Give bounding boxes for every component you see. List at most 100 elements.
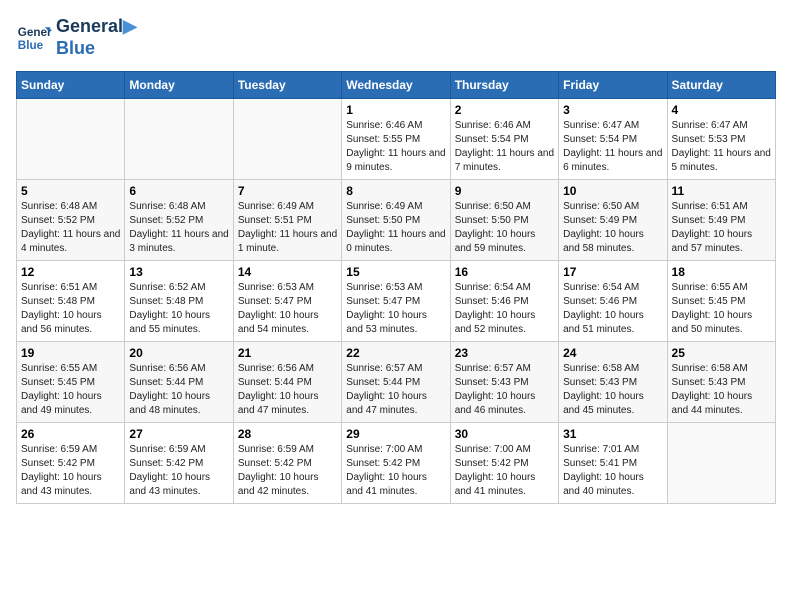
calendar-cell: 4 Sunrise: 6:47 AM Sunset: 5:53 PM Daylig…: [667, 99, 775, 180]
day-number: 20: [129, 346, 228, 360]
day-number: 12: [21, 265, 120, 279]
day-number: 31: [563, 427, 662, 441]
day-info: Sunrise: 6:48 AM Sunset: 5:52 PM Dayligh…: [129, 200, 228, 256]
day-info: Sunrise: 6:56 AM Sunset: 5:44 PM Dayligh…: [238, 362, 337, 418]
calendar-cell: 17Sunrise: 6:54 AM Sunset: 5:46 PM Dayli…: [559, 261, 667, 342]
calendar-week-row: 5 Sunrise: 6:48 AM Sunset: 5:52 PM Daylig…: [17, 180, 776, 261]
day-number: 30: [455, 427, 554, 441]
day-number: 27: [129, 427, 228, 441]
calendar-cell: 8 Sunrise: 6:49 AM Sunset: 5:50 PM Daylig…: [342, 180, 450, 261]
calendar-cell: 30 Sunrise: 7:00 AM Sunset: 5:42 PM Dayli…: [450, 423, 558, 504]
calendar-week-row: 26Sunrise: 6:59 AM Sunset: 5:42 PM Dayli…: [17, 423, 776, 504]
day-number: 14: [238, 265, 337, 279]
calendar-cell: [125, 99, 233, 180]
calendar-cell: 24 Sunrise: 6:58 AM Sunset: 5:43 PM Dayli…: [559, 342, 667, 423]
calendar-cell: 18 Sunrise: 6:55 AM Sunset: 5:45 PM Dayli…: [667, 261, 775, 342]
day-number: 24: [563, 346, 662, 360]
calendar-cell: 23 Sunrise: 6:57 AM Sunset: 5:43 PM Dayli…: [450, 342, 558, 423]
day-number: 23: [455, 346, 554, 360]
calendar-cell: 26Sunrise: 6:59 AM Sunset: 5:42 PM Dayli…: [17, 423, 125, 504]
day-info: Sunrise: 6:55 AM Sunset: 5:45 PM Dayligh…: [21, 362, 120, 418]
calendar-cell: 22Sunrise: 6:57 AM Sunset: 5:44 PM Dayli…: [342, 342, 450, 423]
day-number: 9: [455, 184, 554, 198]
day-info: Sunrise: 6:59 AM Sunset: 5:42 PM Dayligh…: [21, 443, 120, 499]
day-number: 16: [455, 265, 554, 279]
day-info: Sunrise: 6:50 AM Sunset: 5:50 PM Dayligh…: [455, 200, 554, 256]
calendar-cell: 16 Sunrise: 6:54 AM Sunset: 5:46 PM Dayli…: [450, 261, 558, 342]
calendar-header: SundayMondayTuesdayWednesdayThursdayFrid…: [17, 72, 776, 99]
day-number: 28: [238, 427, 337, 441]
day-info: Sunrise: 6:46 AM Sunset: 5:55 PM Dayligh…: [346, 119, 445, 175]
weekday-header: Thursday: [450, 72, 558, 99]
calendar-cell: 10 Sunrise: 6:50 AM Sunset: 5:49 PM Dayli…: [559, 180, 667, 261]
day-info: Sunrise: 7:01 AM Sunset: 5:41 PM Dayligh…: [563, 443, 662, 499]
svg-text:Blue: Blue: [18, 38, 44, 51]
logo-text-line2: Blue: [56, 38, 137, 60]
weekday-header: Sunday: [17, 72, 125, 99]
calendar-week-row: 19 Sunrise: 6:55 AM Sunset: 5:45 PM Dayli…: [17, 342, 776, 423]
calendar-cell: 27Sunrise: 6:59 AM Sunset: 5:42 PM Dayli…: [125, 423, 233, 504]
day-number: 8: [346, 184, 445, 198]
day-number: 4: [672, 103, 771, 117]
day-info: Sunrise: 6:57 AM Sunset: 5:43 PM Dayligh…: [455, 362, 554, 418]
day-info: Sunrise: 6:58 AM Sunset: 5:43 PM Dayligh…: [672, 362, 771, 418]
day-info: Sunrise: 6:56 AM Sunset: 5:44 PM Dayligh…: [129, 362, 228, 418]
weekday-header: Wednesday: [342, 72, 450, 99]
calendar-cell: 13 Sunrise: 6:52 AM Sunset: 5:48 PM Dayli…: [125, 261, 233, 342]
day-info: Sunrise: 6:54 AM Sunset: 5:46 PM Dayligh…: [455, 281, 554, 337]
weekday-header: Monday: [125, 72, 233, 99]
day-number: 2: [455, 103, 554, 117]
day-info: Sunrise: 6:54 AM Sunset: 5:46 PM Dayligh…: [563, 281, 662, 337]
calendar-cell: 7 Sunrise: 6:49 AM Sunset: 5:51 PM Daylig…: [233, 180, 341, 261]
day-info: Sunrise: 6:47 AM Sunset: 5:54 PM Dayligh…: [563, 119, 662, 175]
day-number: 18: [672, 265, 771, 279]
day-info: Sunrise: 6:49 AM Sunset: 5:51 PM Dayligh…: [238, 200, 337, 256]
logo: General Blue General▶ Blue: [16, 16, 137, 59]
day-info: Sunrise: 6:50 AM Sunset: 5:49 PM Dayligh…: [563, 200, 662, 256]
calendar-cell: 14 Sunrise: 6:53 AM Sunset: 5:47 PM Dayli…: [233, 261, 341, 342]
day-number: 21: [238, 346, 337, 360]
calendar-cell: 2Sunrise: 6:46 AM Sunset: 5:54 PM Daylig…: [450, 99, 558, 180]
day-number: 3: [563, 103, 662, 117]
day-number: 29: [346, 427, 445, 441]
day-number: 5: [21, 184, 120, 198]
day-number: 15: [346, 265, 445, 279]
day-info: Sunrise: 6:51 AM Sunset: 5:49 PM Dayligh…: [672, 200, 771, 256]
calendar-cell: 25 Sunrise: 6:58 AM Sunset: 5:43 PM Dayli…: [667, 342, 775, 423]
day-info: Sunrise: 6:51 AM Sunset: 5:48 PM Dayligh…: [21, 281, 120, 337]
day-info: Sunrise: 7:00 AM Sunset: 5:42 PM Dayligh…: [346, 443, 445, 499]
calendar-cell: 12 Sunrise: 6:51 AM Sunset: 5:48 PM Dayli…: [17, 261, 125, 342]
calendar-week-row: 12 Sunrise: 6:51 AM Sunset: 5:48 PM Dayli…: [17, 261, 776, 342]
weekday-header: Friday: [559, 72, 667, 99]
calendar-cell: [17, 99, 125, 180]
day-number: 25: [672, 346, 771, 360]
day-number: 6: [129, 184, 228, 198]
calendar-cell: 9 Sunrise: 6:50 AM Sunset: 5:50 PM Daylig…: [450, 180, 558, 261]
day-info: Sunrise: 6:53 AM Sunset: 5:47 PM Dayligh…: [238, 281, 337, 337]
day-info: Sunrise: 6:47 AM Sunset: 5:53 PM Dayligh…: [672, 119, 771, 175]
calendar-cell: 31 Sunrise: 7:01 AM Sunset: 5:41 PM Dayli…: [559, 423, 667, 504]
calendar-cell: 20 Sunrise: 6:56 AM Sunset: 5:44 PM Dayli…: [125, 342, 233, 423]
day-number: 10: [563, 184, 662, 198]
day-info: Sunrise: 6:49 AM Sunset: 5:50 PM Dayligh…: [346, 200, 445, 256]
day-info: Sunrise: 6:57 AM Sunset: 5:44 PM Dayligh…: [346, 362, 445, 418]
day-info: Sunrise: 6:48 AM Sunset: 5:52 PM Dayligh…: [21, 200, 120, 256]
day-info: Sunrise: 6:52 AM Sunset: 5:48 PM Dayligh…: [129, 281, 228, 337]
calendar-cell: 28Sunrise: 6:59 AM Sunset: 5:42 PM Dayli…: [233, 423, 341, 504]
logo-text-line1: General▶: [56, 16, 137, 38]
day-info: Sunrise: 7:00 AM Sunset: 5:42 PM Dayligh…: [455, 443, 554, 499]
calendar-cell: 15Sunrise: 6:53 AM Sunset: 5:47 PM Dayli…: [342, 261, 450, 342]
calendar-table: SundayMondayTuesdayWednesdayThursdayFrid…: [16, 71, 776, 504]
calendar-cell: [233, 99, 341, 180]
day-number: 13: [129, 265, 228, 279]
day-info: Sunrise: 6:58 AM Sunset: 5:43 PM Dayligh…: [563, 362, 662, 418]
calendar-cell: 3 Sunrise: 6:47 AM Sunset: 5:54 PM Daylig…: [559, 99, 667, 180]
calendar-cell: 1Sunrise: 6:46 AM Sunset: 5:55 PM Daylig…: [342, 99, 450, 180]
calendar-cell: [667, 423, 775, 504]
day-info: Sunrise: 6:55 AM Sunset: 5:45 PM Dayligh…: [672, 281, 771, 337]
calendar-week-row: 1Sunrise: 6:46 AM Sunset: 5:55 PM Daylig…: [17, 99, 776, 180]
day-number: 11: [672, 184, 771, 198]
day-number: 7: [238, 184, 337, 198]
day-number: 19: [21, 346, 120, 360]
weekday-header: Tuesday: [233, 72, 341, 99]
